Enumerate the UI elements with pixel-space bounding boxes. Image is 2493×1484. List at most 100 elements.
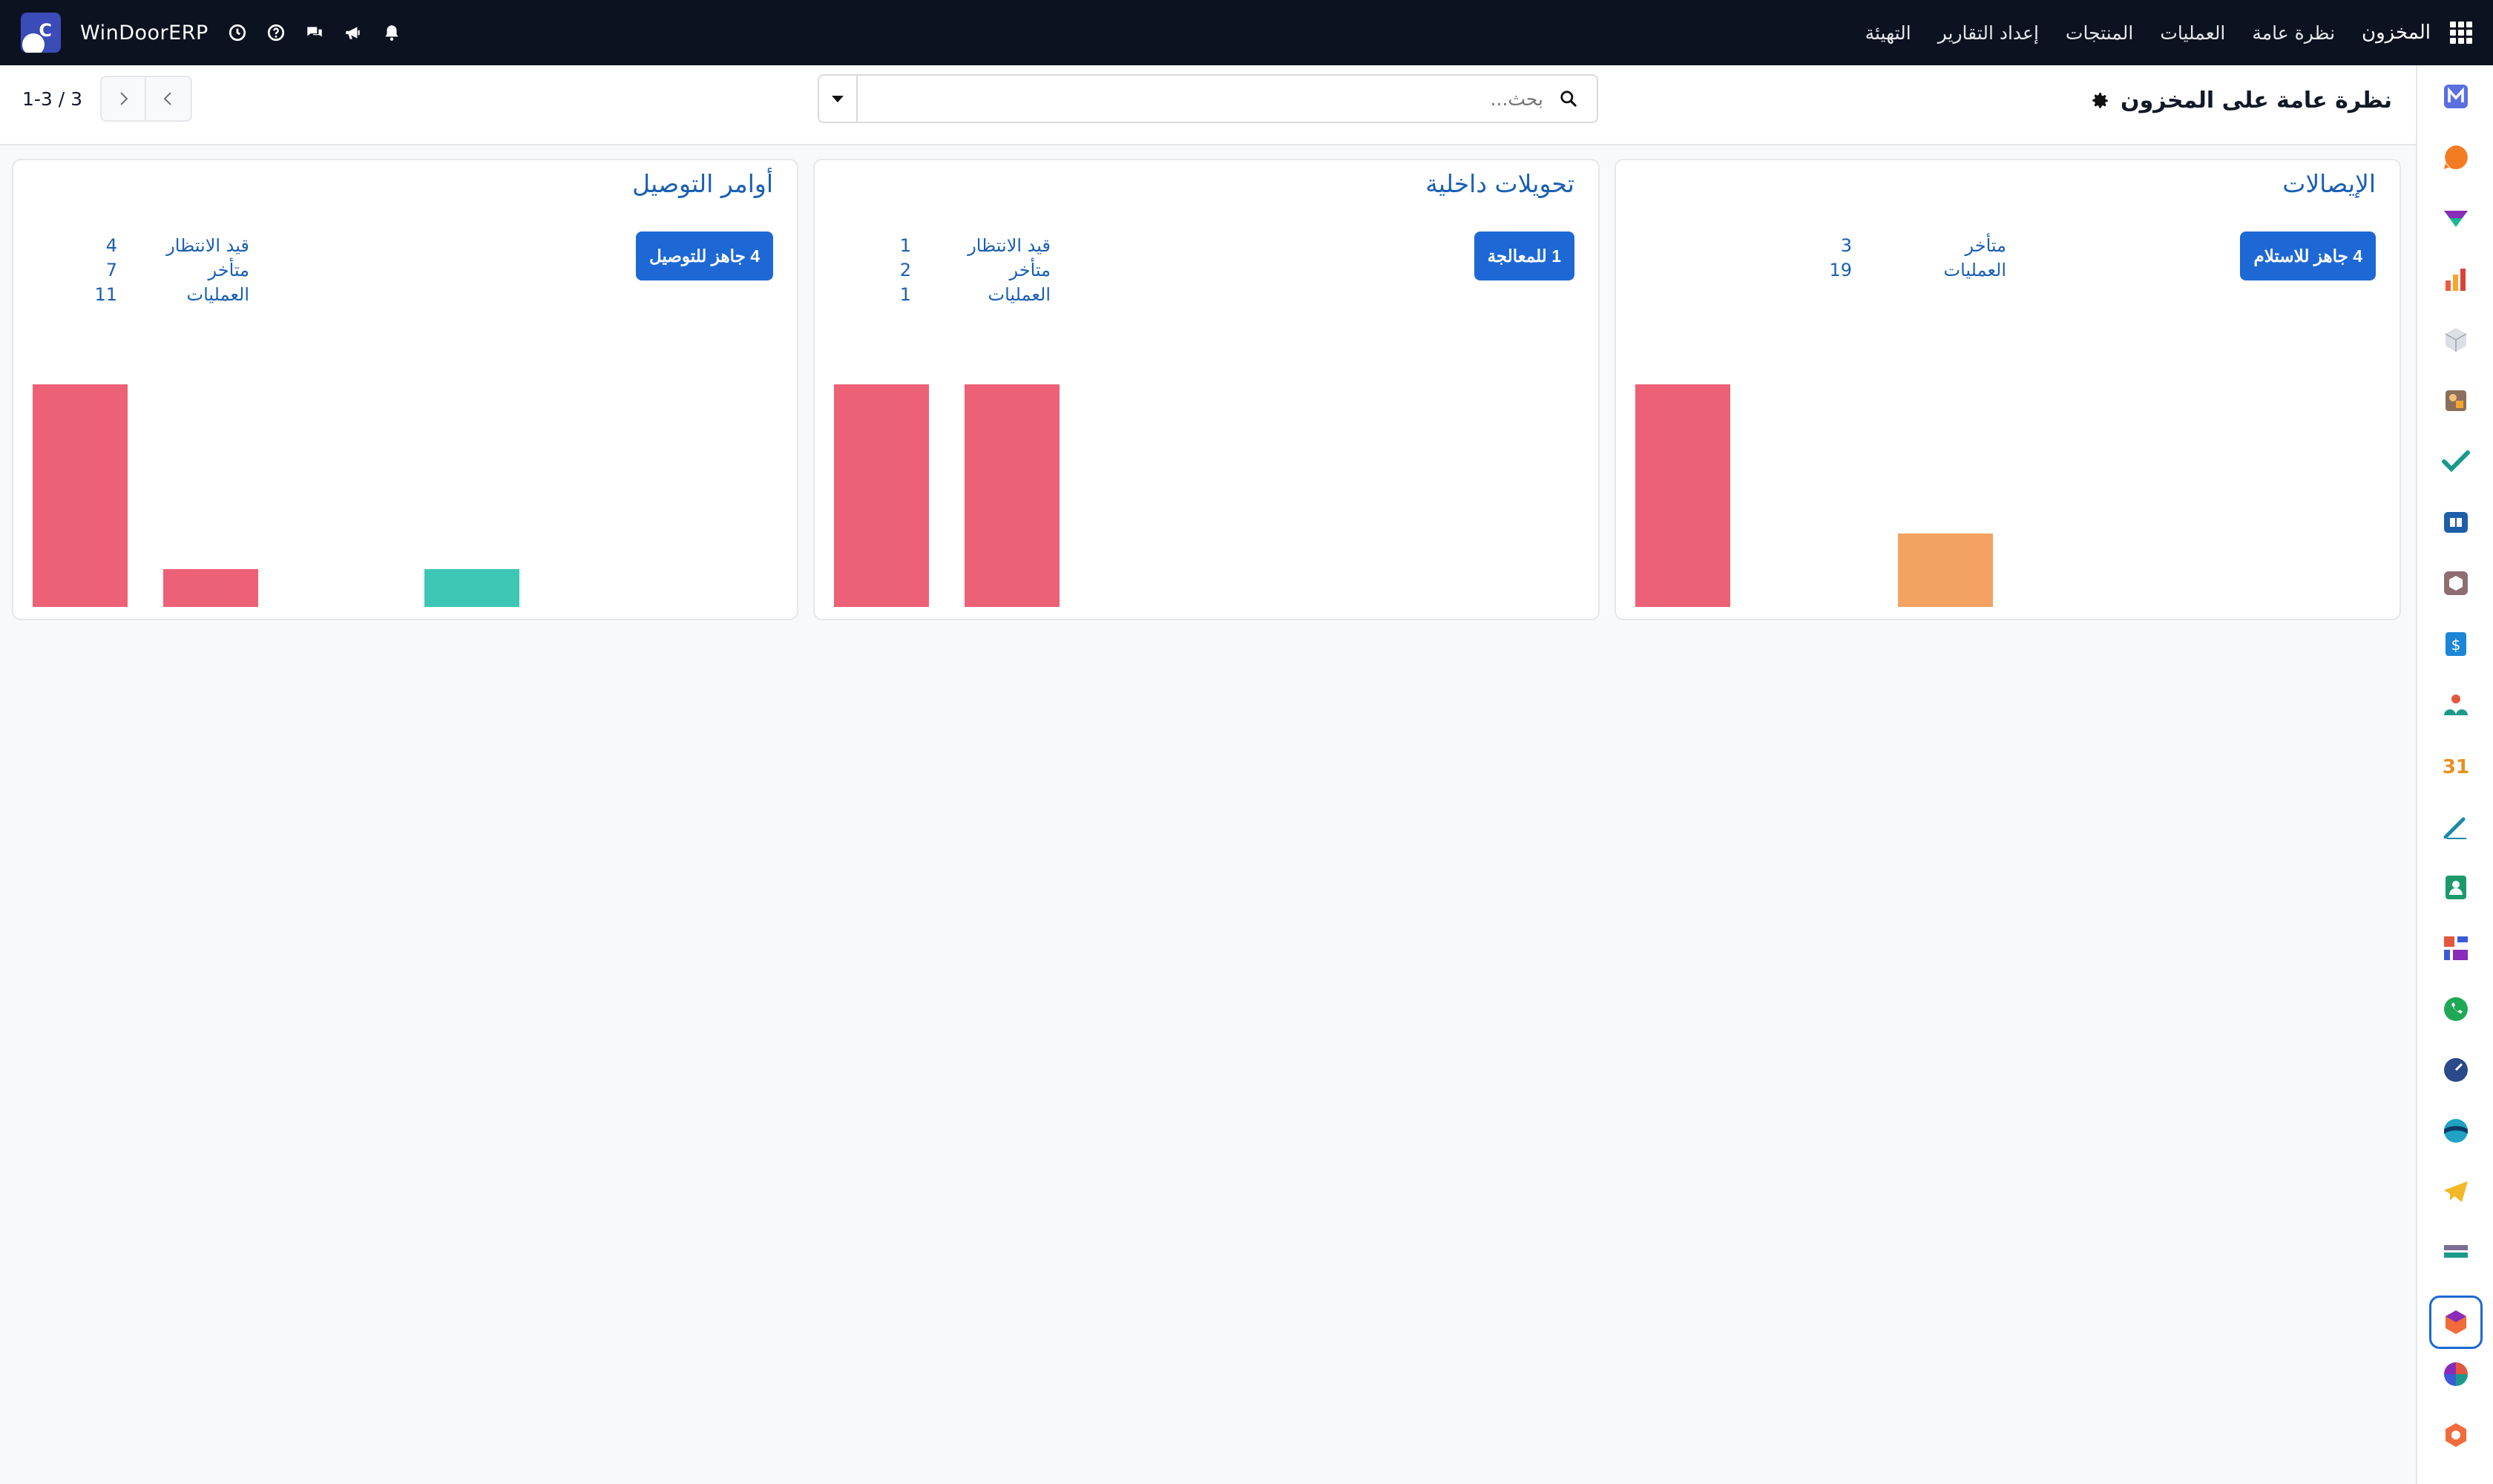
charts-app-icon[interactable] [2438, 1356, 2474, 1392]
megaphone-icon[interactable] [344, 23, 363, 42]
calendar-app-icon[interactable]: 31 [2438, 748, 2474, 784]
stat-value[interactable]: 1 [900, 284, 911, 305]
knowledge-app-icon[interactable] [2438, 505, 2474, 540]
card-title[interactable]: أوامر التوصيل [632, 169, 773, 198]
mail-app-icon[interactable] [2438, 79, 2474, 114]
company-name[interactable]: WinDoorERP [80, 22, 208, 45]
search-options-toggle[interactable] [819, 76, 858, 122]
search-input[interactable] [858, 88, 1543, 110]
purchase-app-icon[interactable] [2438, 565, 2474, 601]
stat-value[interactable]: 2 [900, 260, 911, 280]
stat-row-late[interactable]: متأخر 7 [13, 257, 797, 282]
page-title-text: نظرة عامة على المخزون [2120, 88, 2392, 114]
inventory-reports-app-icon[interactable] [2438, 383, 2474, 418]
contacts-app-icon[interactable] [2438, 870, 2474, 905]
chevron-left-icon [163, 92, 171, 105]
stat-value[interactable]: 19 [1829, 260, 1852, 280]
telegram-app-icon[interactable] [2438, 1174, 2474, 1209]
stat-label[interactable]: العمليات [988, 284, 1051, 305]
help-icon[interactable] [266, 23, 286, 42]
graph-bar [1898, 533, 1993, 607]
graph-bar [33, 384, 128, 607]
apps-menu-icon[interactable] [2450, 22, 2472, 44]
inventory-app-icon[interactable] [2429, 1296, 2483, 1349]
nav-menu: نظرة عامة العمليات المنتجات إعداد التقار… [1865, 22, 2335, 44]
card-title[interactable]: الإيصالات [2282, 169, 2376, 198]
stat-label[interactable]: قيد الانتظار [166, 235, 249, 256]
pager-previous-button[interactable] [146, 76, 193, 122]
employees-app-icon[interactable] [2438, 687, 2474, 723]
nav-item-operations[interactable]: العمليات [2160, 22, 2225, 44]
calendar-date-text: 31 [2443, 756, 2469, 778]
stat-row-operations[interactable]: العمليات 11 [13, 282, 797, 306]
gear-icon[interactable] [2091, 91, 2110, 111]
discuss-app-icon[interactable] [2438, 139, 2474, 175]
dashboards-app-icon[interactable] [2438, 930, 2474, 966]
graph [815, 322, 1598, 619]
card-receipts[interactable]: الإيصالات 4 جاهز للاستلام متأخر 3 العملي… [1615, 159, 2401, 620]
stat-label[interactable]: قيد الانتظار [968, 235, 1051, 256]
card-stats: متأخر 3 العمليات 19 [1616, 233, 2400, 282]
pager-next-button[interactable] [100, 76, 147, 122]
stat-label[interactable]: متأخر [1965, 235, 2007, 256]
manufacturing-app-icon[interactable] [2438, 1417, 2474, 1453]
graph [1616, 322, 2400, 619]
website-app-icon[interactable] [2438, 1113, 2474, 1149]
crm-app-icon[interactable] [2438, 200, 2474, 236]
nav-item-reporting[interactable]: إعداد التقارير [1938, 22, 2039, 44]
stat-value[interactable]: 3 [1841, 235, 1852, 256]
app-sidebar: $ 31 [2416, 65, 2493, 1484]
card-internal-transfers[interactable]: تحويلات داخلية 1 للمعالجة قيد الانتظار 1… [813, 159, 1600, 620]
stat-row-waiting[interactable]: قيد الانتظار 4 [13, 233, 797, 257]
search-icon[interactable] [1554, 84, 1583, 114]
stat-label[interactable]: متأخر [208, 260, 250, 280]
stat-label[interactable]: العمليات [186, 284, 249, 305]
nav-item-products[interactable]: المنتجات [2066, 22, 2133, 44]
graph [13, 322, 797, 619]
pager-value[interactable]: 1-3 / 3 [22, 88, 82, 110]
whatsapp-app-icon[interactable] [2438, 991, 2474, 1027]
stat-row-late[interactable]: متأخر 2 [815, 257, 1598, 282]
caret-down-icon [832, 95, 844, 102]
chevron-right-icon [120, 92, 128, 105]
card-delivery-orders[interactable]: أوامر التوصيل 4 جاهز للتوصيل قيد الانتظا… [12, 159, 798, 620]
graph-bar [163, 569, 258, 607]
invoicing-app-icon[interactable]: $ [2438, 626, 2474, 662]
stat-value[interactable]: 7 [106, 260, 117, 280]
stat-value[interactable]: 4 [106, 235, 117, 256]
tasks-app-icon[interactable] [2438, 444, 2474, 479]
accounting-app-icon[interactable] [2438, 1235, 2474, 1270]
nav-item-configuration[interactable]: التهيئة [1865, 22, 1911, 44]
top-navbar: المخزون نظرة عامة العمليات المنتجات إعدا… [0, 0, 2493, 65]
notes-app-icon[interactable] [2438, 809, 2474, 844]
systray: C WinDoorERP [21, 0, 401, 65]
stat-value[interactable]: 1 [900, 235, 911, 256]
clock-icon[interactable] [228, 23, 247, 42]
card-stats: قيد الانتظار 4 متأخر 7 العمليات 11 [13, 233, 797, 306]
graph-bar [834, 384, 929, 607]
stat-row-operations[interactable]: العمليات 1 [815, 282, 1598, 306]
page-title: نظرة عامة على المخزون [2091, 88, 2392, 114]
company-avatar[interactable]: C [21, 13, 61, 53]
card-title[interactable]: تحويلات داخلية [1425, 169, 1574, 198]
products-app-icon[interactable] [2438, 322, 2474, 358]
company-logo-letter: C [39, 20, 52, 41]
stat-row-operations[interactable]: العمليات 19 [1616, 257, 2400, 282]
stat-row-late[interactable]: متأخر 3 [1616, 233, 2400, 257]
svg-text:$: $ [2451, 636, 2461, 654]
bell-icon[interactable] [382, 23, 401, 42]
timesheet-app-icon[interactable] [2438, 1052, 2474, 1088]
chat-icon[interactable] [305, 23, 324, 42]
pager: 1-3 / 3 [22, 74, 193, 123]
control-panel: نظرة عامة على المخزون 1-3 / 3 [0, 65, 2416, 145]
stat-label[interactable]: متأخر [1010, 260, 1051, 280]
card-stats: قيد الانتظار 1 متأخر 2 العمليات 1 [815, 233, 1598, 306]
nav-app-name[interactable]: المخزون [2362, 22, 2431, 44]
search-bar [818, 74, 1598, 123]
graph-bar [965, 384, 1060, 607]
stat-label[interactable]: العمليات [1943, 260, 2006, 280]
sales-app-icon[interactable] [2438, 261, 2474, 297]
nav-item-overview[interactable]: نظرة عامة [2252, 22, 2335, 44]
stat-row-waiting[interactable]: قيد الانتظار 1 [815, 233, 1598, 257]
stat-value[interactable]: 11 [94, 284, 117, 305]
